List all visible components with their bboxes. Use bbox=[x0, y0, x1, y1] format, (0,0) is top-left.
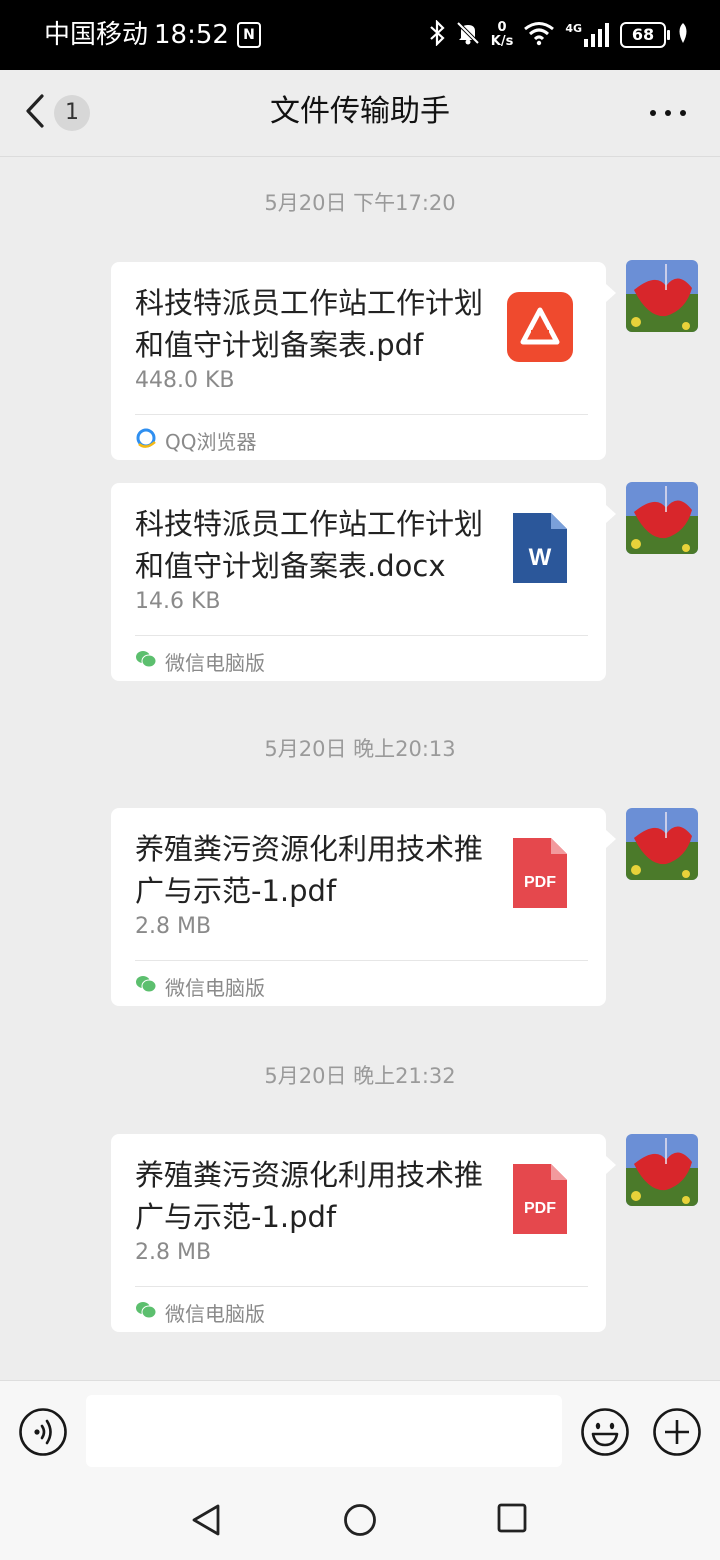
triangle-back-icon bbox=[192, 1504, 220, 1536]
file-message-card[interactable]: 科技特派员工作站工作计划和值守计划备案表.docx 14.6 KB W 微信电脑… bbox=[111, 483, 616, 681]
smiley-icon bbox=[581, 1408, 629, 1456]
pdf-icon-label: PDF bbox=[524, 874, 556, 891]
network-speed: 0 K/s bbox=[491, 21, 514, 49]
file-name: 养殖粪污资源化利用技术推广与示范-1.pdf bbox=[135, 832, 484, 908]
circle-home-icon bbox=[344, 1504, 376, 1536]
network-speed-unit: K/s bbox=[490, 34, 514, 49]
wechat-icon bbox=[135, 974, 157, 999]
word-icon-letter: W bbox=[529, 544, 552, 571]
message-timestamp: 5月20日 下午17:20 bbox=[264, 191, 456, 215]
square-recent-icon bbox=[497, 1503, 527, 1533]
card-divider bbox=[135, 635, 588, 636]
file-source: 微信电脑版 bbox=[135, 643, 265, 679]
message-timestamp: 5月20日 晚上20:13 bbox=[264, 737, 456, 761]
message-timestamp: 5月20日 晚上21:32 bbox=[264, 1064, 456, 1088]
clock: 18:52 bbox=[154, 20, 229, 50]
cellular-signal-icon: 4G bbox=[565, 23, 610, 47]
file-message-card[interactable]: 科技特派员工作站工作计划和值守计划备案表.pdf 448.0 KB QQ浏览器 bbox=[111, 262, 616, 460]
more-functions-button[interactable] bbox=[652, 1407, 702, 1457]
file-name: 养殖粪污资源化利用技术推广与示范-1.pdf bbox=[135, 1158, 484, 1234]
more-dot bbox=[680, 110, 686, 116]
page-title: 文件传输助手 bbox=[270, 94, 450, 129]
avatar[interactable] bbox=[626, 1134, 698, 1206]
avatar[interactable] bbox=[626, 260, 698, 332]
wifi-icon bbox=[523, 20, 555, 50]
pdf-file-icon: PDF bbox=[513, 1164, 567, 1238]
qq-browser-icon bbox=[135, 427, 157, 454]
battery-indicator: 68 bbox=[620, 22, 670, 48]
chat-input-bar bbox=[0, 1380, 720, 1481]
leaf-icon bbox=[676, 22, 690, 48]
mute-bell-icon bbox=[455, 20, 481, 50]
card-divider bbox=[135, 414, 588, 415]
system-nav-bar bbox=[0, 1480, 720, 1560]
emoji-button[interactable] bbox=[580, 1407, 630, 1457]
card-divider bbox=[135, 960, 588, 961]
status-left: 中国移动 18:52 N bbox=[44, 18, 261, 52]
pdf-file-icon bbox=[507, 292, 573, 366]
card-divider bbox=[135, 1286, 588, 1287]
nav-home-button[interactable] bbox=[342, 1502, 378, 1538]
voice-icon bbox=[19, 1408, 67, 1456]
file-source-label: 微信电脑版 bbox=[165, 1301, 265, 1326]
file-source: 微信电脑版 bbox=[135, 968, 265, 1004]
file-source-label: 微信电脑版 bbox=[165, 975, 265, 1000]
status-bar: 中国移动 18:52 N 0 K/s 4G 68 bbox=[0, 0, 720, 70]
message-input[interactable] bbox=[86, 1395, 562, 1467]
file-source: 微信电脑版 bbox=[135, 1294, 265, 1330]
file-size: 448.0 KB bbox=[135, 368, 235, 393]
file-message-card[interactable]: 养殖粪污资源化利用技术推广与示范-1.pdf 2.8 MB PDF 微信电脑版 bbox=[111, 808, 616, 1006]
chat-header: 1 文件传输助手 bbox=[0, 70, 720, 157]
pdf-icon-label: PDF bbox=[524, 1200, 556, 1217]
more-dot bbox=[650, 110, 656, 116]
word-file-icon: W bbox=[513, 513, 567, 587]
nav-back-button[interactable] bbox=[188, 1502, 224, 1538]
status-right: 0 K/s 4G 68 bbox=[429, 16, 690, 54]
file-source-label: 微信电脑版 bbox=[165, 650, 265, 675]
voice-input-button[interactable] bbox=[18, 1407, 68, 1457]
file-size: 2.8 MB bbox=[135, 1240, 212, 1265]
avatar[interactable] bbox=[626, 808, 698, 880]
network-type: 4G bbox=[565, 22, 582, 35]
plus-icon bbox=[653, 1408, 701, 1456]
file-source: QQ浏览器 bbox=[135, 422, 256, 458]
network-speed-value: 0 bbox=[497, 20, 507, 35]
more-options-button[interactable] bbox=[650, 96, 686, 130]
wechat-icon bbox=[135, 649, 157, 674]
nfc-icon: N bbox=[236, 22, 261, 48]
wechat-icon bbox=[135, 1300, 157, 1325]
more-dot bbox=[665, 110, 671, 116]
file-size: 2.8 MB bbox=[135, 914, 212, 939]
bluetooth-icon bbox=[429, 19, 445, 50]
nav-recent-apps-button[interactable] bbox=[496, 1502, 528, 1534]
file-message-card[interactable]: 养殖粪污资源化利用技术推广与示范-1.pdf 2.8 MB PDF 微信电脑版 bbox=[111, 1134, 616, 1332]
file-source-label: QQ浏览器 bbox=[165, 429, 257, 454]
pdf-file-icon: PDF bbox=[513, 838, 567, 912]
avatar[interactable] bbox=[626, 482, 698, 554]
file-name: 科技特派员工作站工作计划和值守计划备案表.docx bbox=[135, 507, 484, 583]
file-name: 科技特派员工作站工作计划和值守计划备案表.pdf bbox=[135, 286, 484, 362]
file-size: 14.6 KB bbox=[135, 589, 221, 614]
carrier-label: 中国移动 bbox=[44, 20, 149, 50]
